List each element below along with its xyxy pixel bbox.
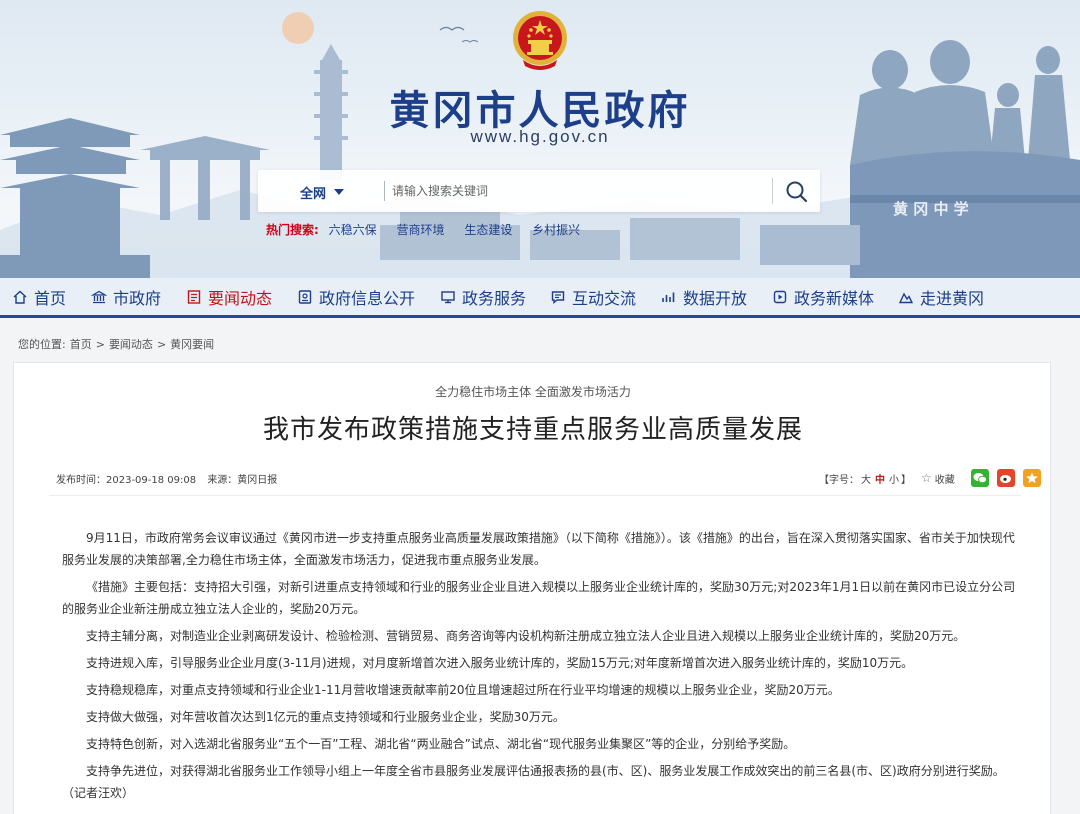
mountain-icon: [898, 292, 914, 304]
article-paragraph: 支持主辅分离，对制造业企业剥离研发设计、检验检测、营销贸易、商务咨询等内设机构新…: [86, 629, 966, 643]
breadcrumb-separator: >: [95, 338, 105, 351]
nav-item-about-huanggang[interactable]: 走进黄冈: [898, 287, 985, 308]
info-icon: [298, 290, 312, 304]
breadcrumb-prefix: 您的位置:: [18, 338, 66, 351]
news-icon: [187, 290, 201, 304]
chevron-down-icon[interactable]: [334, 189, 344, 195]
breadcrumb-separator: >: [156, 338, 167, 351]
search-box: 全网: [258, 170, 820, 212]
media-icon: [773, 290, 787, 304]
font-size-large-button[interactable]: 大: [861, 471, 871, 486]
favorite-button[interactable]: 收藏: [935, 471, 955, 486]
hot-search-label: 热门搜索:: [266, 223, 319, 237]
nav-item-label: 数据开放: [683, 289, 748, 308]
search-icon[interactable]: [782, 178, 812, 204]
publish-time: 发布时间：2023-09-18 09:08: [56, 475, 197, 486]
svg-text:黄 冈 中 学: 黄 冈 中 学: [893, 200, 969, 218]
wechat-share-icon[interactable]: [970, 469, 989, 487]
weibo-share-icon[interactable]: [996, 469, 1015, 487]
font-size-label: 【字号：: [819, 474, 859, 486]
font-size-end: 】: [901, 474, 911, 486]
hot-search-item[interactable]: 营商环境: [396, 223, 444, 237]
breadcrumb-current[interactable]: 黄冈要闻: [170, 338, 214, 351]
star-icon[interactable]: ☆: [921, 471, 932, 485]
nav-item-label: 首页: [34, 289, 67, 308]
bank-icon: [91, 290, 107, 304]
nav-item-label: 政务服务: [462, 289, 527, 308]
article-meta: 发布时间：2023-09-18 09:08 来源：黄冈日报: [56, 471, 285, 486]
nav-item-new-media[interactable]: 政务新媒体: [772, 287, 875, 308]
article-body: 9月11日，市政府常务会议审议通过《黄冈市进一步支持重点服务业高质量发展政策措施…: [62, 527, 1022, 809]
nav-item-interaction[interactable]: 互动交流: [550, 287, 637, 308]
hot-search: 热门搜索: 六稳六保 营商环境 生态建设 乡村振兴: [266, 221, 596, 238]
nav-item-label: 政府信息公开: [319, 289, 416, 308]
article-tools: 【字号： 大 中 小 】 ☆ 收藏: [819, 469, 1041, 487]
national-emblem-icon: [513, 11, 567, 70]
qzone-share-icon[interactable]: [1022, 469, 1041, 487]
nav-item-home[interactable]: 首页: [12, 287, 67, 308]
nav-item-open-data[interactable]: 数据开放: [661, 287, 748, 308]
article-panel: 全力稳住市场主体 全面激发市场活力 我市发布政策措施支持重点服务业高质量发展 发…: [13, 362, 1051, 814]
breadcrumb-news[interactable]: 要闻动态: [109, 338, 153, 351]
nav-item-label: 政务新媒体: [794, 289, 875, 308]
header-banner: 黄冈市人民政府 www.hg.gov.cn 黄 冈 中 学 全网 热门搜索: 六…: [0, 0, 1080, 278]
nav-item-label: 走进黄冈: [920, 289, 985, 308]
article-paragraph: 支持进规入库，引导服务业企业月度(3-11月)进规，对月度新增首次进入服务业统计…: [86, 656, 914, 670]
site-url: www.hg.gov.cn: [470, 127, 610, 146]
search-divider: [384, 181, 385, 201]
chart-icon: [662, 292, 675, 302]
breadcrumb: 您的位置: 首页 > 要闻动态 > 黄冈要闻: [18, 336, 218, 352]
hot-search-item[interactable]: 生态建设: [464, 223, 512, 237]
article-paragraph: 《措施》主要包括：支持招大引强，对新引进重点支持领域和行业的服务业企业且进入规模…: [62, 580, 1016, 616]
nav-item-city-government[interactable]: 市政府: [91, 287, 162, 308]
search-scope-select[interactable]: 全网: [300, 183, 326, 202]
nav-item-label: 要闻动态: [208, 289, 273, 308]
article-subtitle: 全力稳住市场主体 全面激发市场活力: [435, 385, 631, 399]
nav-item-label: 互动交流: [572, 289, 637, 308]
hot-search-item[interactable]: 六稳六保: [329, 223, 377, 237]
article-title: 我市发布政策措施支持重点服务业高质量发展: [262, 415, 803, 445]
nav-item-news[interactable]: 要闻动态: [186, 287, 273, 308]
home-icon: [13, 290, 27, 304]
nav-item-gov-service[interactable]: 政务服务: [440, 287, 527, 308]
article-paragraph: 支持做大做强，对年营收首次达到1亿元的重点支持领域和行业服务业企业，奖励30万元…: [86, 710, 565, 724]
nav-item-gov-info[interactable]: 政府信息公开: [297, 287, 416, 308]
chat-icon: [551, 291, 565, 304]
article-source: 来源：黄冈日报: [207, 475, 278, 486]
hot-search-item[interactable]: 乡村振兴: [532, 223, 580, 237]
meta-divider: [49, 495, 1021, 496]
search-button-divider: [772, 178, 773, 204]
article-paragraph: 9月11日，市政府常务会议审议通过《黄冈市进一步支持重点服务业高质量发展政策措施…: [62, 531, 1015, 567]
article-paragraph: 支持稳规稳库，对重点支持领域和行业企业1-11月营收增速贡献率前20位且增速超过…: [86, 683, 840, 697]
breadcrumb-home[interactable]: 首页: [70, 338, 92, 351]
font-size-small-button[interactable]: 小: [889, 471, 899, 486]
main-nav: 首页 市政府 要闻动态 政府信息公开 政务服务 互动交流 数据开放 政务新媒体 …: [0, 278, 1080, 318]
monitor-icon: [441, 291, 455, 304]
article-paragraph: 支持特色创新，对入选湖北省服务业“五个一百”工程、湖北省“两业融合”试点、湖北省…: [86, 737, 796, 751]
font-size-medium-button[interactable]: 中: [875, 471, 885, 486]
article-paragraph: 支持争先进位，对获得湖北省服务业工作领导小组上一年度全省市县服务业发展评估通报表…: [62, 764, 1005, 800]
search-input[interactable]: [392, 178, 762, 204]
school-sign: 黄 冈 中 学: [893, 200, 969, 218]
nav-item-label: 市政府: [113, 289, 162, 308]
